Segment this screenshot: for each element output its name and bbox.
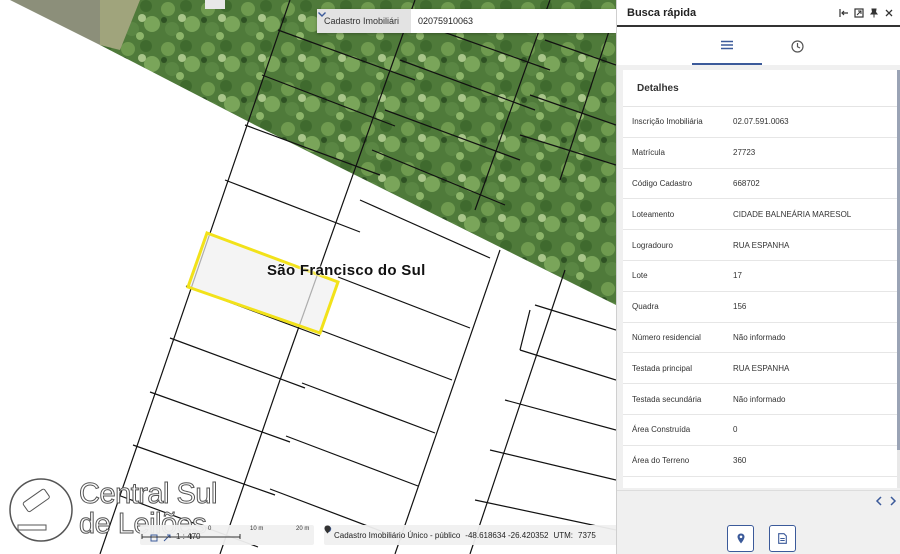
map-canvas[interactable]: São Francisco do Sul Cadastro Imobiliári… [0, 0, 616, 554]
detail-row: Loteamento CIDADE BALNEÁRIA MARESOL [623, 199, 899, 231]
detail-row: Área do Terreno 360 [623, 446, 899, 477]
layer-select-label: Cadastro Imobiliári [324, 16, 400, 26]
detail-label: Matrícula [632, 148, 665, 158]
logo-line-1: Central Sul [79, 478, 218, 510]
detail-label: Área do Terreno [632, 456, 690, 466]
detail-value: Não informado [733, 332, 786, 342]
utm-readout: 7375 [578, 530, 596, 540]
detail-row: Matrícula 27723 [623, 138, 899, 169]
list-icon [721, 40, 733, 50]
aerial-imagery [100, 0, 616, 305]
details-list: Inscrição Imobiliária 02.07.591.0063 Matrí… [623, 107, 899, 488]
detail-value: 0 [733, 425, 738, 435]
panel-title: Busca rápida [627, 6, 697, 19]
detail-row: Inscrição Imobiliária 02.07.591.0063 [623, 107, 899, 138]
detail-value: Não informado [733, 394, 786, 404]
coordinates-readout: -48.618634 -26.420352 [465, 530, 549, 540]
detail-row: Área Construída 0 [623, 415, 899, 446]
scale-tick-2: 20 m [296, 526, 310, 532]
detail-row: Testada secundária Não informado [623, 384, 899, 415]
scale-tick-1: 10 m [250, 526, 264, 532]
scale-tick-0: 0 [208, 526, 212, 532]
popout-icon[interactable] [852, 6, 866, 20]
scale-ruler [141, 534, 241, 539]
clock-icon [790, 39, 804, 53]
chevron-right-icon[interactable] [887, 495, 899, 507]
panel-tabs [617, 27, 900, 65]
detail-label: Testada secundária [632, 394, 702, 404]
detail-label: Número residencial [632, 332, 701, 342]
status-bar: Cadastro Imobiliário Único - público -48… [324, 525, 616, 545]
detail-label: Testada [623, 487, 733, 488]
pager [617, 490, 900, 512]
map-place-label: São Francisco do Sul [267, 262, 426, 279]
detail-value: RUA ESPANHA [733, 363, 790, 373]
detail-label: Código Cadastro [632, 178, 693, 188]
detail-label: Loteamento [632, 209, 675, 219]
scale-bar: 1 : 470 0 10 m 20 m [140, 525, 314, 545]
detail-value: CIDADE BALNEÁRIA MARESOL [733, 209, 852, 219]
detail-value: 668702 [733, 178, 760, 188]
quick-search-panel: Busca rápida Detalhes Inscrição Imobiliá… [616, 0, 900, 554]
aerial-imagery-left [0, 0, 100, 45]
close-icon[interactable] [882, 6, 896, 20]
detail-label: Logradouro [632, 240, 673, 250]
detail-label: Área Construída [632, 425, 691, 435]
detail-label: Testada principal [632, 363, 693, 373]
search-bar: Cadastro Imobiliári [317, 9, 616, 33]
details-card: Detalhes Inscrição Imobiliária 02.07.591.… [623, 70, 899, 488]
active-layer-name: Cadastro Imobiliário Único - público [334, 530, 461, 540]
detail-label: Inscrição Imobiliária [632, 117, 703, 127]
chevron-left-icon[interactable] [873, 495, 885, 507]
detail-value: 27723 [733, 148, 756, 158]
detail-value: 360 [733, 456, 747, 466]
detail-row: Quadra 156 [623, 292, 899, 323]
detail-row: Logradouro RUA ESPANHA [623, 230, 899, 261]
utm-label: UTM: [553, 530, 574, 540]
selected-parcel [186, 231, 340, 335]
detail-row: Código Cadastro 668702 [623, 169, 899, 200]
map-pin-icon [737, 533, 744, 544]
dock-left-icon[interactable] [837, 6, 851, 20]
detail-value: 156 [733, 302, 747, 312]
search-input[interactable] [411, 9, 616, 33]
detail-value: 17 [733, 271, 742, 281]
document-icon [778, 533, 787, 544]
report-button[interactable] [769, 525, 796, 552]
locate-on-map-button[interactable] [727, 525, 754, 552]
pin-icon[interactable] [867, 6, 881, 20]
chevron-down-icon [318, 12, 326, 17]
map-pin-icon [324, 525, 331, 534]
detail-row: Lote 17 [623, 261, 899, 292]
panel-header: Busca rápida [617, 0, 900, 27]
details-section-title: Detalhes [623, 70, 899, 107]
detail-label: Quadra [632, 302, 659, 312]
street [330, 250, 500, 554]
detail-row: Número residencial Não informado [623, 323, 899, 354]
detail-value: 12 [733, 487, 899, 488]
detail-value: RUA ESPANHA [733, 240, 790, 250]
detail-label: Lote [632, 271, 648, 281]
detail-value: 02.07.591.0063 [733, 117, 789, 127]
tab-details-list[interactable] [692, 27, 762, 65]
detail-row: Testada12 [623, 477, 899, 488]
tab-history[interactable] [762, 27, 832, 65]
layer-select[interactable]: Cadastro Imobiliári [317, 9, 411, 33]
detail-row: Testada principal RUA ESPANHA [623, 353, 899, 385]
